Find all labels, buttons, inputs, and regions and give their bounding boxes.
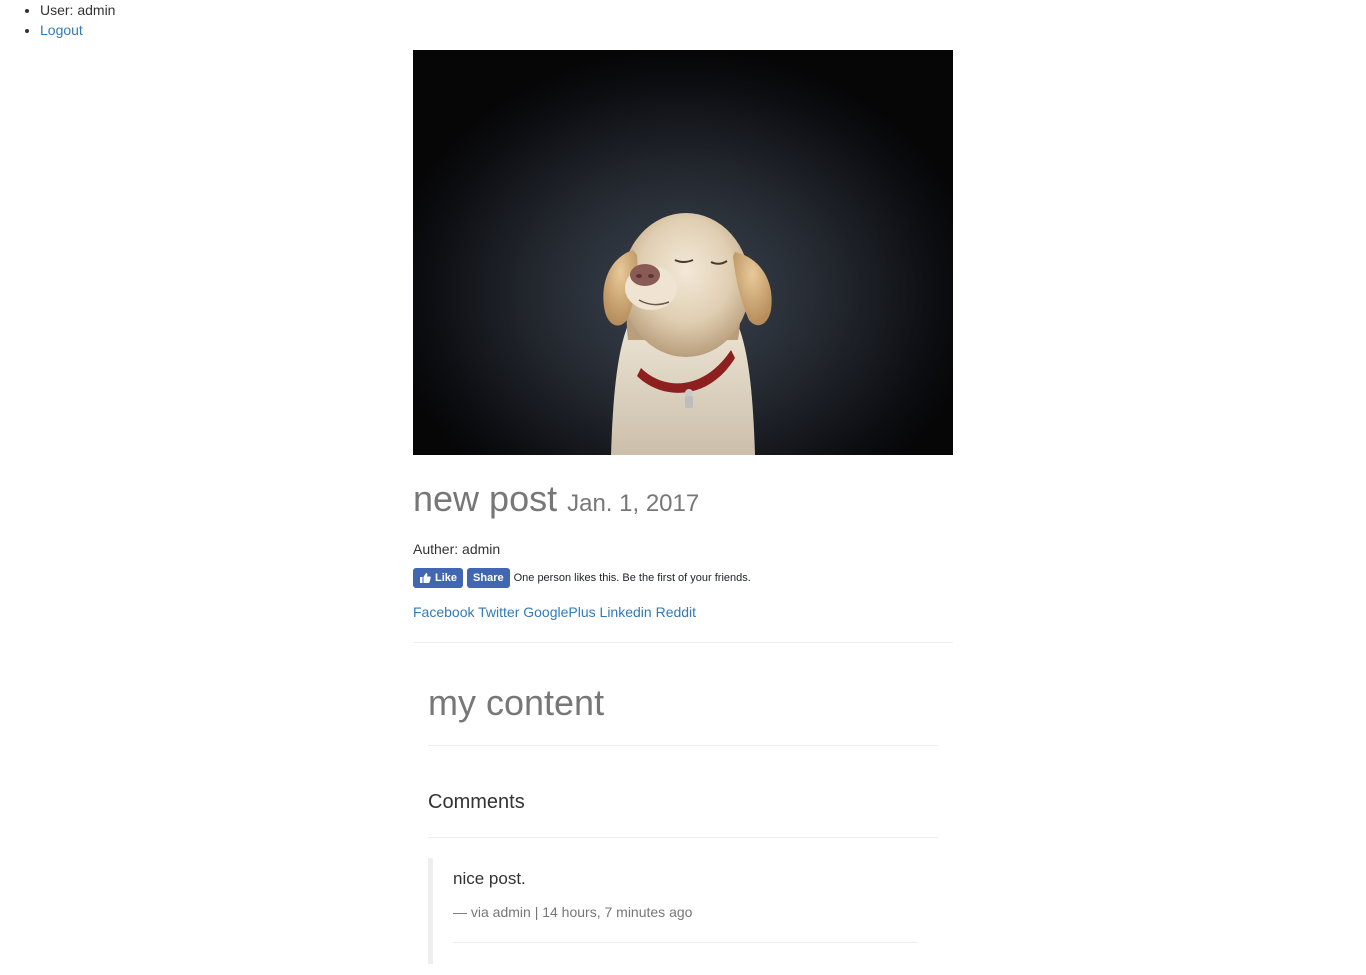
- post-image: [413, 50, 953, 455]
- post-author: Auther: admin: [413, 541, 501, 557]
- share-label: Share: [473, 572, 504, 584]
- divider: [413, 642, 953, 643]
- comments-heading: Comments: [428, 791, 525, 813]
- post-detail: new post Jan. 1, 2017 Auther: admin Like…: [413, 50, 953, 964]
- post-content-block: my content Comments nice post. — via adm…: [428, 681, 938, 964]
- comment-meta: — via admin | 14 hours, 7 minutes ago: [453, 904, 693, 920]
- share-link-facebook[interactable]: Facebook: [413, 604, 474, 620]
- logout-item: Logout: [40, 20, 115, 40]
- share-link-twitter[interactable]: Twitter: [478, 604, 519, 620]
- divider: [428, 837, 938, 838]
- facebook-like-button[interactable]: Like: [413, 568, 464, 588]
- share-link-reddit[interactable]: Reddit: [656, 604, 696, 620]
- post-title: new post Jan. 1, 2017: [413, 477, 953, 526]
- post-title-text: new post: [413, 478, 558, 519]
- divider: [428, 745, 938, 746]
- post-content: my content: [428, 682, 605, 723]
- user-nav: User: admin Logout: [0, 0, 115, 40]
- share-link-googleplus[interactable]: GooglePlus: [523, 604, 595, 620]
- user-label: User: admin: [40, 2, 116, 18]
- facebook-share-button[interactable]: Share: [467, 568, 510, 588]
- thumbs-up-icon: [419, 572, 431, 584]
- dog-photo-illustration: [603, 213, 772, 455]
- share-link-linkedin[interactable]: Linkedin: [600, 604, 652, 620]
- logout-link[interactable]: Logout: [40, 22, 83, 38]
- share-links: Facebook Twitter GooglePlus Linkedin Red…: [413, 602, 953, 622]
- comment-item: nice post. — via admin | 14 hours, 7 min…: [428, 858, 938, 964]
- comment-text: nice post.: [453, 869, 526, 888]
- user-info: User: admin: [40, 0, 115, 20]
- facebook-widget: Like Share One person likes this. Be the…: [413, 568, 953, 588]
- divider: [453, 942, 918, 943]
- post-date: Jan. 1, 2017: [567, 490, 700, 517]
- like-label: Like: [435, 572, 458, 584]
- facebook-like-count-text: One person likes this. Be the first of y…: [513, 572, 751, 584]
